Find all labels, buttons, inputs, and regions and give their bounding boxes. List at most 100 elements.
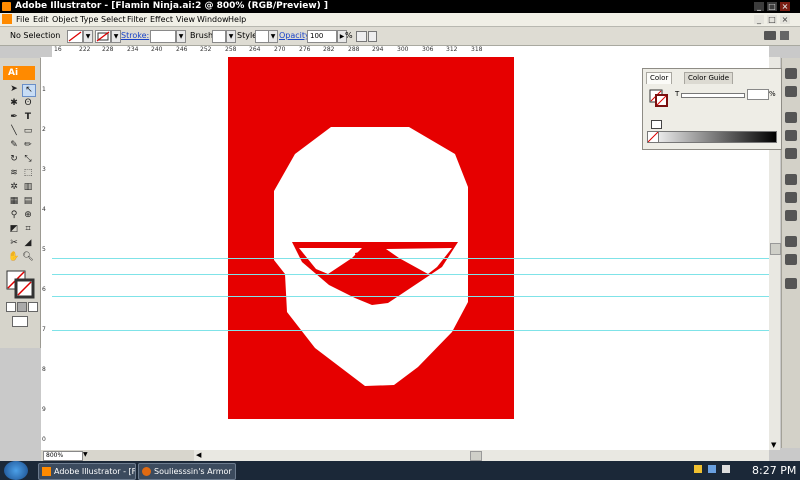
scroll-thumb[interactable] [770, 243, 781, 255]
guide-line[interactable] [52, 258, 769, 259]
pen-tool-icon[interactable]: ✒ [8, 112, 20, 123]
brush-dropdown[interactable]: ▼ [226, 30, 236, 43]
lasso-icon[interactable]: ʘ [22, 98, 34, 109]
brushes-icon[interactable] [785, 130, 797, 141]
symbol-sprayer-icon[interactable]: ✲ [8, 182, 20, 193]
camera-icon[interactable] [764, 31, 776, 40]
color-guide-icon[interactable] [785, 86, 797, 97]
scissors-tool-icon[interactable]: ✂ [8, 238, 20, 249]
color-spectrum-bar[interactable] [647, 131, 777, 143]
warp-tool-icon[interactable]: ≋ [8, 168, 20, 179]
style-field[interactable] [255, 30, 269, 43]
appearance-icon[interactable] [785, 236, 797, 247]
screen-mode-icon[interactable] [12, 316, 28, 327]
hscroll-thumb[interactable] [470, 451, 482, 461]
tint-value-field[interactable] [747, 89, 769, 100]
last-color-icon[interactable] [651, 120, 662, 129]
style-dropdown[interactable]: ▼ [268, 30, 278, 43]
task-browser[interactable]: Souliesssin's Armor Pr... [138, 463, 236, 480]
eraser-tool-icon[interactable]: ◢ [22, 238, 34, 249]
crop-tool-icon[interactable]: ⌗ [22, 224, 34, 235]
rotate-tool-icon[interactable]: ↻ [8, 154, 20, 165]
fill-swatch[interactable] [67, 30, 83, 43]
zoom-tool-icon[interactable]: 🔍︎ [22, 252, 34, 263]
menu-object[interactable]: Object [52, 13, 78, 27]
opacity-field[interactable]: 100 [307, 30, 337, 43]
menu-view[interactable]: View [176, 13, 195, 27]
document-icon[interactable] [2, 14, 12, 24]
fill-stroke-indicator[interactable] [6, 270, 36, 300]
network-icon[interactable] [707, 465, 716, 473]
zoom-field[interactable]: 800% [43, 451, 83, 461]
panel-fill-stroke-icon[interactable] [649, 89, 669, 107]
eyedropper-tool-icon[interactable]: ⚲ [8, 210, 20, 221]
gradient-tool-icon[interactable]: ▤ [22, 196, 34, 207]
none-color-swatch[interactable] [647, 131, 659, 143]
menu-select[interactable]: Select [101, 13, 126, 27]
rectangle-tool-icon[interactable]: ▭ [22, 126, 34, 137]
menu-file[interactable]: File [16, 13, 29, 27]
hand-tool-icon[interactable]: ✋ [8, 252, 20, 263]
menu-window[interactable]: Window [197, 13, 229, 27]
stroke-panel-icon[interactable] [785, 174, 797, 185]
menu-edit[interactable]: Edit [33, 13, 49, 27]
stroke-weight-dropdown[interactable]: ▼ [176, 30, 186, 43]
direct-selection-tool-icon[interactable]: ↖ [22, 84, 36, 97]
stroke-swatch[interactable] [95, 30, 111, 43]
doc-minimize-button[interactable]: _ [754, 15, 764, 24]
tray-icon[interactable] [694, 465, 702, 473]
selection-tool-icon[interactable]: ➤ [8, 84, 20, 95]
guide-line[interactable] [52, 330, 769, 331]
gradient-mode-icon[interactable] [17, 302, 27, 312]
volume-icon[interactable] [721, 465, 730, 473]
task-illustrator[interactable]: Adobe Illustrator - [Fl... [38, 463, 136, 480]
guide-line[interactable] [52, 274, 769, 275]
mesh-tool-icon[interactable]: ▦ [8, 196, 20, 207]
transparency-icon[interactable] [785, 210, 797, 221]
scale-tool-icon[interactable]: ⤡ [22, 154, 34, 165]
fill-dropdown[interactable]: ▼ [83, 30, 93, 43]
guide-line[interactable] [52, 296, 769, 297]
start-button-icon[interactable] [4, 461, 28, 480]
magic-wand-icon[interactable]: ✱ [8, 98, 20, 109]
stroke-weight-field[interactable] [150, 30, 176, 43]
line-tool-icon[interactable]: ╲ [8, 126, 20, 137]
symbols-icon[interactable] [785, 148, 797, 159]
menu-effect[interactable]: Effect [150, 13, 173, 27]
tint-slider[interactable] [681, 93, 745, 98]
graphic-styles-icon[interactable] [785, 254, 797, 265]
close-button[interactable]: × [780, 2, 790, 11]
swatches-icon[interactable] [785, 112, 797, 123]
type-tool-icon[interactable]: T [22, 112, 34, 123]
graph-tool-icon[interactable]: ▥ [22, 182, 34, 193]
doc-close-button[interactable]: × [780, 15, 790, 24]
color-panel-icon[interactable] [785, 68, 797, 79]
horizontal-scrollbar[interactable]: ◀ [194, 450, 769, 461]
panel-menu-icon[interactable] [780, 31, 789, 40]
pencil-tool-icon[interactable]: ✏ [22, 140, 34, 151]
recolor-icon[interactable] [356, 31, 367, 42]
tab-color-guide[interactable]: Color Guide [684, 72, 734, 84]
zoom-dropdown[interactable]: ▼ [83, 451, 88, 458]
layers-icon[interactable] [785, 278, 797, 289]
doc-restore-button[interactable]: □ [767, 15, 777, 24]
maximize-button[interactable]: □ [767, 2, 777, 11]
menu-filter[interactable]: Filter [127, 13, 147, 27]
blend-tool-icon[interactable]: ⊕ [22, 210, 34, 221]
brush-field[interactable] [212, 30, 226, 43]
align-icon[interactable] [368, 31, 377, 42]
gradient-panel-icon[interactable] [785, 192, 797, 203]
menu-type[interactable]: Type [80, 13, 98, 27]
stroke-link[interactable]: Stroke: [121, 31, 149, 40]
clock[interactable]: 8:27 PM [752, 463, 796, 478]
free-transform-tool-icon[interactable]: ⬚ [22, 168, 34, 179]
stroke-dropdown[interactable]: ▼ [111, 30, 121, 43]
none-mode-icon[interactable] [28, 302, 38, 312]
scroll-down-icon[interactable]: ▼ [771, 441, 776, 449]
tab-color[interactable]: Color [646, 72, 673, 84]
color-mode-icon[interactable] [6, 302, 16, 312]
menu-help[interactable]: Help [228, 13, 246, 27]
minimize-button[interactable]: _ [754, 2, 764, 11]
scroll-left-icon[interactable]: ◀ [196, 451, 201, 459]
live-paint-tool-icon[interactable]: ◩ [8, 224, 20, 235]
